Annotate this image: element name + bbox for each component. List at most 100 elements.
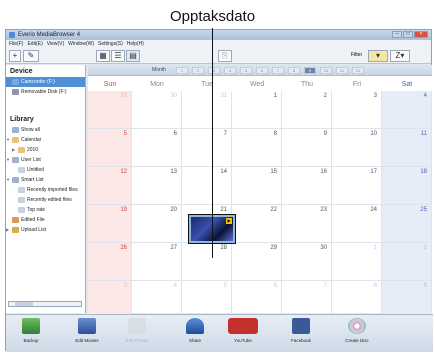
menu-window[interactable]: Window(W) <box>68 40 94 48</box>
calendar-day[interactable]: 25 <box>382 205 432 243</box>
sidebar-item-recently-imported[interactable]: Recently imported files <box>6 185 85 195</box>
share-small-icon[interactable]: ⎘ <box>218 50 232 62</box>
calendar-day[interactable]: 30 <box>282 243 332 281</box>
calendar-day[interactable]: 18 <box>382 167 432 205</box>
create-disc-button[interactable]: Create Disc <box>338 318 376 343</box>
list-view-icon[interactable]: ☰ <box>111 50 125 62</box>
calendar-day[interactable]: 14 <box>182 167 232 205</box>
edit-movies-button[interactable]: Edit Movies <box>68 318 106 343</box>
calendar-day[interactable]: 4 <box>382 91 432 129</box>
calendar-day[interactable]: 9 <box>282 129 332 167</box>
upload-icon <box>12 226 19 233</box>
month-4[interactable]: 4 <box>224 67 236 74</box>
calendar-day[interactable]: 12 <box>88 167 132 205</box>
movie-badge-icon: ▶ <box>226 218 232 224</box>
calendar-day[interactable]: 30 <box>132 91 182 129</box>
disk-icon <box>12 88 19 95</box>
maximize-button[interactable]: □ <box>403 31 413 38</box>
calendar-day[interactable]: 29 <box>232 243 282 281</box>
menu-bar: File(F) Edit(E) View(V) Window(W) Settin… <box>6 40 431 48</box>
month-8[interactable]: 8 <box>288 67 300 74</box>
menu-settings[interactable]: Settings(S) <box>98 40 123 48</box>
weekday-sun: Sun <box>103 81 117 88</box>
month-calendar: Sun Mon Tue Wed Thu Fri Sat 29 30 31 1 2 3 4 5 6… <box>88 78 432 319</box>
calendar-day[interactable]: 31 <box>182 91 232 129</box>
close-button[interactable]: × <box>414 31 428 38</box>
month-1[interactable]: 1 <box>176 67 188 74</box>
calendar-day[interactable]: 6 <box>132 129 182 167</box>
facebook-button[interactable]: Facebook <box>282 318 320 343</box>
calendar-day[interactable]: 19 <box>88 205 132 243</box>
month-9[interactable]: 9 <box>304 67 316 74</box>
sidebar-item-user-list[interactable]: ▼ User List <box>6 155 85 165</box>
share-icon <box>186 318 204 334</box>
calendar-day[interactable]: 1 <box>232 91 282 129</box>
calendar-day[interactable]: 20 <box>132 205 182 243</box>
calendar-day[interactable]: 2 <box>382 243 432 281</box>
month-6[interactable]: 6 <box>256 67 268 74</box>
edited-file-icon <box>12 216 19 223</box>
calendar-day[interactable]: 11 <box>382 129 432 167</box>
sidebar-item-calendar[interactable]: ▼ Calendar <box>6 135 85 145</box>
sidebar-item-2010[interactable]: ▶ 2010 <box>6 145 85 155</box>
window-title: Everio MediaBrowser 4 <box>18 32 81 38</box>
month-5[interactable]: 5 <box>240 67 252 74</box>
minimize-button[interactable]: – <box>392 31 402 38</box>
month-10[interactable]: 10 <box>320 67 332 74</box>
year-icon <box>18 146 25 153</box>
sidebar-scrollbar[interactable] <box>8 301 82 307</box>
sidebar-item-camcorder[interactable]: Camcorder (F:) <box>6 77 85 87</box>
calendar-view-icon[interactable]: ▤ <box>126 50 140 62</box>
calendar-day[interactable]: 15 <box>232 167 282 205</box>
calendar-day[interactable]: 23 <box>282 205 332 243</box>
menu-view[interactable]: View(V) <box>47 40 64 48</box>
sidebar-item-edited-file[interactable]: Edited File <box>6 215 85 225</box>
calendar-day[interactable]: 26 <box>88 243 132 281</box>
sidebar-item-top-rate[interactable]: Top rate <box>6 205 85 215</box>
sidebar-item-upload-list[interactable]: ▶ Upload List <box>6 225 85 235</box>
sidebar-item-recently-edited[interactable]: Recently edited files <box>6 195 85 205</box>
calendar-day[interactable]: 7 <box>182 129 232 167</box>
share-button[interactable]: Share <box>176 318 214 343</box>
menu-edit[interactable]: Edit(E) <box>27 40 42 48</box>
menu-help[interactable]: Help(H) <box>127 40 144 48</box>
calendar-day[interactable]: 29 <box>88 91 132 129</box>
sort-dropdown[interactable]: Z▾ <box>390 50 410 62</box>
scrollbar-thumb[interactable] <box>15 302 33 306</box>
month-2[interactable]: 2 <box>192 67 204 74</box>
calendar-day[interactable]: 1 <box>332 243 382 281</box>
calendar-day[interactable]: 22 <box>232 205 282 243</box>
tools-icon[interactable]: ✎ <box>23 50 39 62</box>
calendar-day[interactable]: 10 <box>332 129 382 167</box>
weekday-wed: Wed <box>249 81 265 88</box>
month-3[interactable]: 3 <box>208 67 220 74</box>
edit-photos-button[interactable]: Edit Photos <box>118 318 156 343</box>
filter-dropdown[interactable]: ▾ <box>368 50 388 62</box>
calendar-day[interactable]: 28 <box>182 243 232 281</box>
calendar-day[interactable]: 24 <box>332 205 382 243</box>
add-icon[interactable]: + <box>9 50 21 62</box>
sidebar-item-untitled[interactable]: Untitled <box>6 165 85 175</box>
month-11[interactable]: 11 <box>336 67 348 74</box>
menu-file[interactable]: File(F) <box>9 40 23 48</box>
window-controls: – □ × <box>392 31 428 38</box>
month-7[interactable]: 7 <box>272 67 284 74</box>
calendar-day[interactable]: 13 <box>132 167 182 205</box>
month-12[interactable]: 12 <box>352 67 364 74</box>
calendar-day[interactable]: 27 <box>132 243 182 281</box>
sidebar-item-removable-disk[interactable]: Removable Disk (F:) <box>6 87 85 97</box>
youtube-button[interactable]: YouTube <box>224 318 262 343</box>
calendar-week: 5 6 7 8 9 10 11 <box>88 129 432 167</box>
calendar-day[interactable]: 16 <box>282 167 332 205</box>
calendar-day[interactable]: 8 <box>232 129 282 167</box>
calendar-day[interactable]: 5 <box>88 129 132 167</box>
sidebar-item-show-all[interactable]: Show all <box>6 125 85 135</box>
calendar-day[interactable]: 17 <box>332 167 382 205</box>
calendar-day[interactable]: 3 <box>332 91 382 129</box>
sidebar-item-smart-list[interactable]: ▼ Smart List <box>6 175 85 185</box>
weekday-mon: Mon <box>150 81 164 88</box>
calendar-week: 12 13 14 15 16 17 18 <box>88 167 432 205</box>
backup-button[interactable]: Backup <box>12 318 50 343</box>
calendar-day[interactable]: 2 <box>282 91 332 129</box>
grid-view-icon[interactable]: ▦ <box>96 50 110 62</box>
